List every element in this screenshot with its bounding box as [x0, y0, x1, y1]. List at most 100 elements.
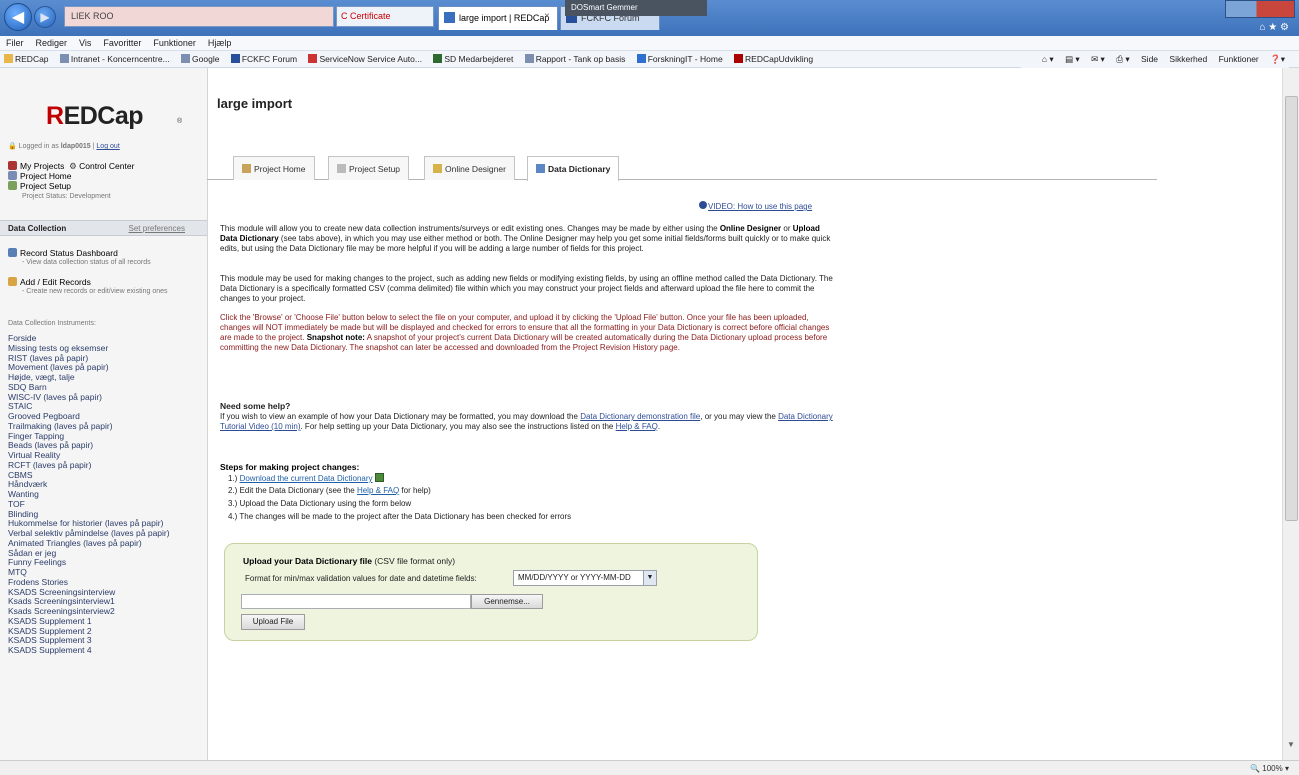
mail-icon[interactable]: ✉ ▾ — [1091, 54, 1105, 64]
site-icon — [308, 54, 318, 63]
instrument-link[interactable]: MTQ — [8, 568, 204, 578]
instrument-link[interactable]: Håndværk — [8, 480, 204, 490]
help-faq-link[interactable]: Help & FAQ — [357, 486, 399, 495]
project-tabs: Project Home Project Setup Online Design… — [207, 154, 1157, 181]
instrument-link[interactable]: TOF — [8, 500, 204, 510]
demo-file-link[interactable]: Data Dictionary demonstration file — [580, 412, 700, 421]
site-icon — [636, 54, 646, 63]
instrument-link[interactable]: Beads (laves på papir) — [8, 441, 204, 451]
instrument-link[interactable]: Movement (laves på papir) — [8, 363, 204, 373]
control-center-link[interactable]: Control Center — [79, 161, 134, 171]
instrument-link[interactable]: CBMS — [8, 471, 204, 481]
my-projects-link[interactable]: My Projects — [20, 161, 64, 171]
window-controls[interactable] — [1225, 0, 1295, 18]
csv-download-icon[interactable] — [374, 473, 384, 482]
certificate-label[interactable]: C Certificate — [341, 11, 391, 21]
instrument-link[interactable]: Hukommelse for historier (laves på papir… — [8, 519, 204, 529]
menu-view[interactable]: Vis — [79, 38, 91, 50]
vertical-scrollbar[interactable]: ▼ — [1282, 68, 1299, 760]
back-arrow-icon[interactable]: ◀ — [4, 3, 32, 31]
tab-project-setup[interactable]: Project Setup — [328, 156, 410, 180]
instrument-link[interactable]: Højde, vægt, talje — [8, 373, 204, 383]
format-label: Format for min/max validation values for… — [245, 574, 477, 583]
instrument-link[interactable]: Virtual Reality — [8, 451, 204, 461]
instrument-link[interactable]: WISC-IV (laves på papir) — [8, 393, 204, 403]
instrument-link[interactable]: Ksads Screeningsinterview1 — [8, 597, 204, 607]
menu-file[interactable]: Filer — [6, 38, 24, 50]
menu-favorites[interactable]: Favoritter — [103, 38, 141, 50]
favorite-link[interactable]: SD Medarbejderet — [433, 54, 513, 64]
help-icon[interactable]: ❓▾ — [1270, 54, 1285, 64]
command-tools[interactable]: Funktioner — [1219, 54, 1259, 64]
browser-tab-active[interactable]: large import | REDCap — [438, 6, 558, 30]
tab-online-designer[interactable]: Online Designer — [424, 156, 515, 180]
favorite-link[interactable]: Intranet - Koncerncentre... — [59, 54, 170, 64]
scroll-down-icon[interactable]: ▼ — [1287, 740, 1295, 749]
left-menu: REDCap ® 🔒 Logged in as ldap0015 | Log o… — [0, 68, 208, 760]
menu-edit[interactable]: Rediger — [36, 38, 68, 50]
instrument-link[interactable]: KSADS Supplement 4 — [8, 646, 204, 656]
tab-data-dictionary[interactable]: Data Dictionary — [527, 156, 620, 181]
instrument-link[interactable]: Missing tests og eksemser — [8, 344, 204, 354]
project-setup-link[interactable]: Project Setup — [20, 181, 71, 191]
instrument-link[interactable]: Funny Feelings — [8, 558, 204, 568]
favorite-link[interactable]: ForskningIT - Home — [636, 54, 723, 64]
instrument-link[interactable]: Blinding — [8, 510, 204, 520]
zoom-level[interactable]: 🔍 100% ▾ — [1250, 764, 1289, 773]
redcap-logo[interactable]: REDCap — [46, 102, 144, 131]
instrument-link[interactable]: RIST (laves på papir) — [8, 354, 204, 364]
instrument-link[interactable]: KSADS Supplement 1 — [8, 617, 204, 627]
star-icon — [4, 54, 13, 63]
instrument-link[interactable]: Verbal selektiv påmindelse (laves på pap… — [8, 529, 204, 539]
add-edit-records-link[interactable]: Add / Edit Records — [20, 277, 91, 287]
instrument-link[interactable]: Sådan er jeg — [8, 549, 204, 559]
instrument-link[interactable]: Animated Triangles (laves på papir) — [8, 539, 204, 549]
instrument-link[interactable]: Trailmaking (laves på papir) — [8, 422, 204, 432]
download-dictionary-link[interactable]: Download the current Data Dictionary — [240, 474, 373, 483]
project-home-link[interactable]: Project Home — [20, 171, 72, 181]
file-path-field[interactable] — [241, 594, 471, 609]
command-page[interactable]: Side — [1141, 54, 1158, 64]
instrument-link[interactable]: Wanting — [8, 490, 204, 500]
instrument-link[interactable]: Finger Tapping — [8, 432, 204, 442]
favorite-link[interactable]: REDCap — [4, 54, 49, 64]
tab-project-home[interactable]: Project Home — [233, 156, 315, 180]
instrument-link[interactable]: KSADS Supplement 3 — [8, 636, 204, 646]
instrument-link[interactable]: Ksads Screeningsinterview2 — [8, 607, 204, 617]
command-safety[interactable]: Sikkerhed — [1169, 54, 1207, 64]
video-link[interactable]: VIDEO: How to use this page — [708, 202, 812, 211]
forward-arrow-icon[interactable]: ▶ — [34, 6, 56, 28]
help-faq-link[interactable]: Help & FAQ — [616, 422, 658, 431]
address-bar[interactable]: LIEK ROO — [64, 6, 334, 27]
instrument-link[interactable]: Grooved Pegboard — [8, 412, 204, 422]
instrument-link[interactable]: Forside — [8, 334, 204, 344]
record-status-link[interactable]: Record Status Dashboard — [20, 248, 118, 258]
scroll-thumb[interactable] — [1285, 96, 1298, 521]
home-icon[interactable]: ⌂ ▾ — [1042, 54, 1054, 64]
browse-button[interactable]: Gennemse... — [471, 594, 543, 609]
instrument-link[interactable]: RCFT (laves på papir) — [8, 461, 204, 471]
collapse-link[interactable]: Set preferences — [129, 224, 185, 233]
instrument-link[interactable]: STAIC — [8, 402, 204, 412]
instrument-link[interactable]: KSADS Supplement 2 — [8, 627, 204, 637]
favorite-link[interactable]: FCKFC Forum — [230, 54, 297, 64]
logout-link[interactable]: Log out — [96, 143, 119, 150]
instrument-link[interactable]: Frodens Stories — [8, 578, 204, 588]
menu-tools[interactable]: Funktioner — [153, 38, 196, 50]
instrument-link[interactable]: SDQ Barn — [8, 383, 204, 393]
home-star-gear-icons[interactable]: ⌂ ★ ⚙ — [1259, 22, 1289, 33]
chevron-down-icon[interactable]: ▼ — [643, 571, 656, 585]
print-icon[interactable]: ⎙ ▾ — [1116, 54, 1129, 64]
feeds-icon[interactable]: ▤ ▾ — [1065, 54, 1080, 64]
favorite-link[interactable]: Rapport - Tank op basis — [524, 54, 625, 64]
favorite-link[interactable]: REDCapUdvikling — [734, 54, 813, 64]
date-format-select[interactable]: MM/DD/YYYY or YYYY-MM-DD ▼ — [513, 570, 657, 586]
upload-panel: Upload your Data Dictionary file (CSV fi… — [224, 543, 758, 641]
favorite-link[interactable]: ServiceNow Service Auto... — [308, 54, 422, 64]
instrument-link[interactable]: KSADS Screeningsinterview — [8, 588, 204, 598]
upload-file-button[interactable]: Upload File — [241, 614, 305, 630]
address-tools[interactable]: C Certificate — [336, 6, 434, 27]
favorite-link[interactable]: Google — [181, 54, 219, 64]
close-tab-icon[interactable]: × — [544, 11, 550, 22]
menu-help[interactable]: Hjælp — [208, 38, 232, 50]
